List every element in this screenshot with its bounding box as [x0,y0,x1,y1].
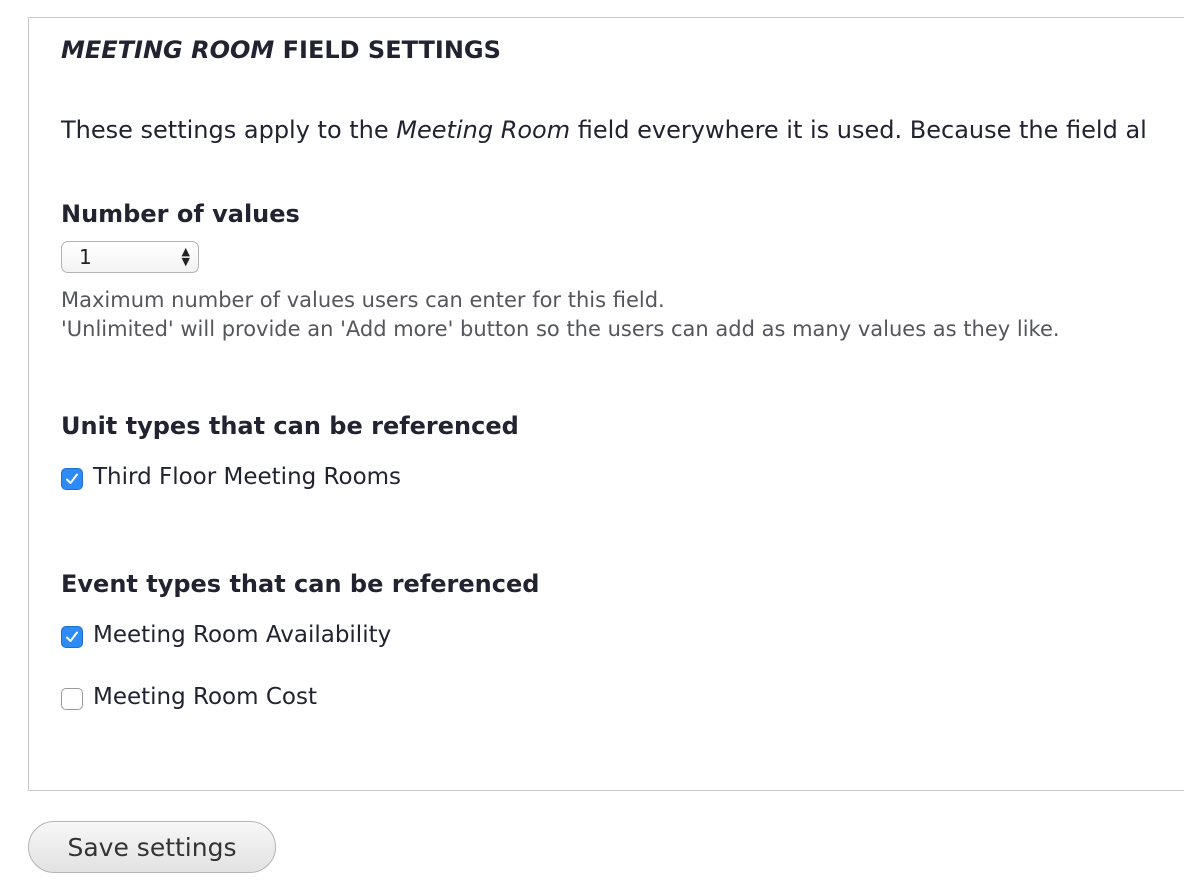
event-types-label: Event types that can be referenced [61,570,540,598]
number-of-values-select[interactable]: 1 ▲ ▼ [61,241,199,273]
fieldset-legend: MEETING ROOM FIELD SETTINGS [61,36,501,64]
legend-suffix: FIELD SETTINGS [274,36,501,64]
legend-field-name: MEETING ROOM [61,36,275,64]
unit-type-option-third-floor[interactable]: Third Floor Meeting Rooms [61,464,401,490]
updown-arrows-icon: ▲ ▼ [181,245,190,268]
number-of-values-label: Number of values [61,200,300,228]
settings-intro-text: These settings apply to the Meeting Room… [61,116,1147,144]
description-line-2: 'Unlimited' will provide an 'Add more' b… [61,317,1060,341]
unit-type-option-label: Third Floor Meeting Rooms [93,464,402,490]
event-type-availability-checkbox[interactable] [61,626,83,648]
unit-types-label: Unit types that can be referenced [61,412,519,440]
intro-field-name: Meeting Room [396,116,571,144]
save-settings-button[interactable]: Save settings [28,821,276,873]
intro-text-end: field everywhere it is used. Because the… [570,116,1147,144]
description-line-1: Maximum number of values users can enter… [61,288,665,312]
select-value: 1 [79,245,92,269]
checkmark-icon [66,473,78,484]
event-type-option-cost[interactable]: Meeting Room Cost [61,684,317,710]
event-type-option-label: Meeting Room Availability [93,622,392,648]
field-settings-fieldset: MEETING ROOM FIELD SETTINGS These settin… [28,17,1184,791]
intro-text-start: These settings apply to the [61,116,397,144]
event-type-option-label: Meeting Room Cost [93,684,317,710]
unit-type-checkbox[interactable] [61,468,83,490]
event-type-cost-checkbox[interactable] [61,688,83,710]
event-type-option-availability[interactable]: Meeting Room Availability [61,622,391,648]
checkmark-icon [66,631,78,642]
number-of-values-description: Maximum number of values users can enter… [61,286,1060,344]
